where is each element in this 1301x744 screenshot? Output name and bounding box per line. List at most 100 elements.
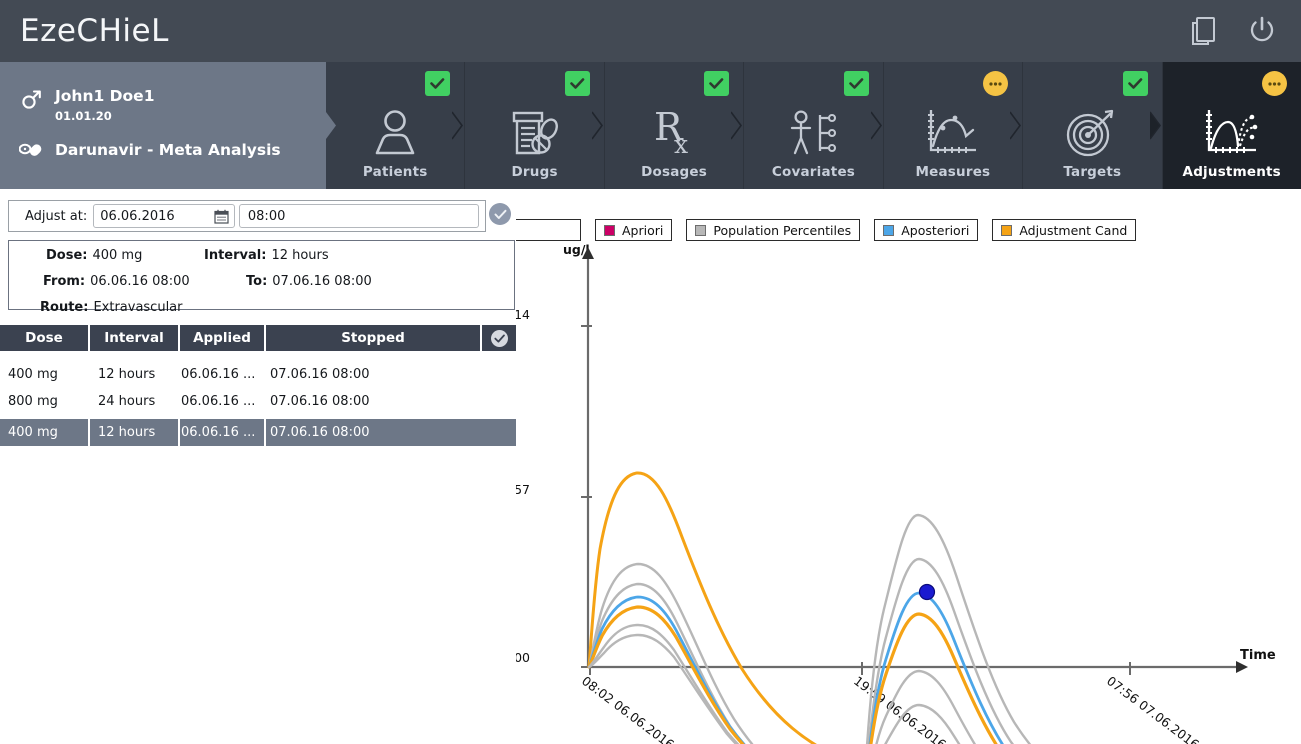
tab-label: Dosages: [641, 164, 707, 180]
info-to-value: 07.06.16 08:00: [272, 274, 372, 289]
tab-drugs[interactable]: Drugs: [464, 62, 603, 189]
panel-chevron-icon: [326, 112, 336, 139]
table-header-action: [482, 325, 516, 351]
table-row-selected[interactable]: 400 mg 12 hours 06.06.16 ... 07.06.16 08…: [0, 419, 516, 446]
info-route-value: Extravascular: [93, 300, 183, 315]
status-badge-ok: [704, 71, 730, 96]
column-header-dose[interactable]: Dose: [0, 325, 90, 351]
dosage-table: Dose Interval Applied Stopped 400 mg 12 …: [0, 325, 516, 446]
info-dose-label: Dose:: [46, 248, 88, 263]
adjust-date-input[interactable]: 06.06.2016: [93, 204, 235, 228]
series-percentile-25: [587, 623, 977, 744]
tab-label: Drugs: [511, 164, 558, 180]
person-icon: [369, 96, 421, 158]
status-badge-warn: [983, 71, 1009, 96]
info-route: Route: Extravascular: [9, 301, 204, 314]
tab-label: Measures: [915, 164, 991, 180]
tab-measures[interactable]: Measures: [882, 62, 1022, 189]
info-interval-label: Interval:: [204, 248, 267, 263]
top-bar-icons: [1185, 12, 1301, 50]
status-badge-ok: [425, 71, 451, 96]
dosage-info-box: Dose: 400 mg Interval: 12 hours From: 06…: [8, 240, 515, 314]
svg-text:x: x: [674, 130, 688, 158]
info-route-label: Route:: [40, 300, 89, 315]
adjust-at-row: Adjust at: 06.06.2016 08:00: [8, 200, 486, 232]
cell-applied: 06.06.16 ...: [180, 419, 266, 446]
measure-point[interactable]: [918, 583, 936, 601]
column-header-applied[interactable]: Applied: [180, 325, 266, 351]
column-header-interval[interactable]: Interval: [90, 325, 180, 351]
cell-dose: 800 mg: [8, 394, 58, 409]
app-brand: EzeCHieL: [20, 13, 169, 49]
adjust-at-label: Adjust at:: [25, 208, 88, 224]
cell-applied: 06.06.16 ...: [181, 367, 256, 382]
cell-interval: 12 hours: [90, 419, 180, 446]
table-row[interactable]: 800 mg 24 hours 06.06.16 ... 07.06.16 08…: [0, 388, 516, 415]
main-navigation: Patients Drugs R x Dosages Covariates Me…: [326, 62, 1301, 189]
adjust-time-input[interactable]: 08:00: [238, 204, 479, 228]
info-row: Dose: 400 mg Interval: 12 hours: [9, 249, 514, 262]
patient-dob: 01.01.20: [55, 108, 112, 123]
adjust-time-value: 08:00: [247, 208, 286, 224]
series-percentile-10: [587, 633, 961, 744]
adjust-date-value: 06.06.2016: [100, 208, 175, 224]
x-axis-arrow: [1236, 661, 1248, 673]
table-confirm-button[interactable]: [482, 325, 516, 351]
check-circle-icon: [494, 209, 506, 219]
tab-label: Covariates: [771, 164, 856, 180]
rx-icon: R x: [648, 96, 700, 158]
calendar-icon[interactable]: [214, 209, 229, 228]
tab-targets[interactable]: Targets: [1022, 62, 1161, 189]
tab-label: Patients: [362, 164, 428, 180]
cell-stopped: 07.06.16 08:00: [270, 394, 370, 409]
info-dose: Dose: 400 mg: [9, 249, 204, 262]
patient-drug: Darunavir - Meta Analysis: [55, 140, 281, 159]
status-badge-ok: [843, 71, 869, 96]
adjust-confirm-button[interactable]: [489, 203, 511, 225]
top-bar: EzeCHieL: [0, 0, 1301, 62]
info-interval: Interval: 12 hours: [204, 249, 329, 262]
check-circle-icon: [490, 329, 508, 347]
cell-interval: 12 hours: [98, 367, 156, 382]
info-to-label: To:: [246, 274, 268, 289]
info-from-label: From:: [43, 274, 86, 289]
info-row: From: 06.06.16 08:00 To: 07.06.16 08:00: [9, 275, 514, 288]
patient-name: John1 Doe1: [55, 87, 155, 105]
tab-dosages[interactable]: R x Dosages: [603, 62, 743, 189]
tab-patients[interactable]: Patients: [326, 62, 464, 189]
pills-icon: [18, 140, 44, 159]
tab-adjustments[interactable]: Adjustments: [1161, 62, 1301, 189]
series-aposteriori: [587, 591, 1004, 744]
patient-identity-row: John1 Doe1 01.01.20: [18, 87, 326, 123]
patient-drug-row: Darunavir - Meta Analysis: [18, 140, 326, 160]
tab-label: Adjustments: [1182, 164, 1281, 180]
patient-summary-panel: John1 Doe1 01.01.20 Darunavir - Meta Ana…: [0, 62, 326, 189]
measures-chart-icon: [924, 96, 982, 158]
tab-covariates[interactable]: Covariates: [743, 62, 882, 189]
copy-document-icon[interactable]: [1185, 12, 1223, 50]
target-icon: [1065, 96, 1119, 158]
series-adjustment-candidate: [587, 605, 998, 744]
cell-stopped: 07.06.16 08:00: [270, 425, 370, 440]
info-from: From: 06.06.16 08:00: [9, 275, 204, 288]
body-nodes-icon: [786, 96, 840, 158]
info-interval-value: 12 hours: [271, 248, 329, 263]
cell-dose: 400 mg: [0, 419, 90, 446]
cell-dose: 400 mg: [8, 367, 58, 382]
status-badge-ok: [564, 71, 590, 96]
status-badge-ok: [1122, 71, 1148, 96]
column-header-stopped[interactable]: Stopped: [266, 325, 482, 351]
male-symbol-icon: [18, 88, 44, 110]
table-row[interactable]: 400 mg 12 hours 06.06.16 ... 07.06.16 08…: [0, 361, 516, 388]
adjustment-form-panel: Adjust at: 06.06.2016 08:00 Dose: 400 mg…: [0, 189, 516, 744]
info-row: Route: Extravascular: [9, 301, 514, 314]
tab-label: Targets: [1063, 164, 1122, 180]
y-axis-arrow: [582, 247, 594, 259]
cell-applied: 06.06.16 ...: [181, 394, 256, 409]
info-to: To: 07.06.16 08:00: [204, 275, 372, 288]
table-header-row: Dose Interval Applied Stopped: [0, 325, 516, 351]
power-icon[interactable]: [1243, 12, 1281, 50]
cell-stopped: 07.06.16 08:00: [270, 367, 370, 382]
info-dose-value: 400 mg: [92, 248, 143, 263]
pill-bottle-icon: [508, 96, 562, 158]
